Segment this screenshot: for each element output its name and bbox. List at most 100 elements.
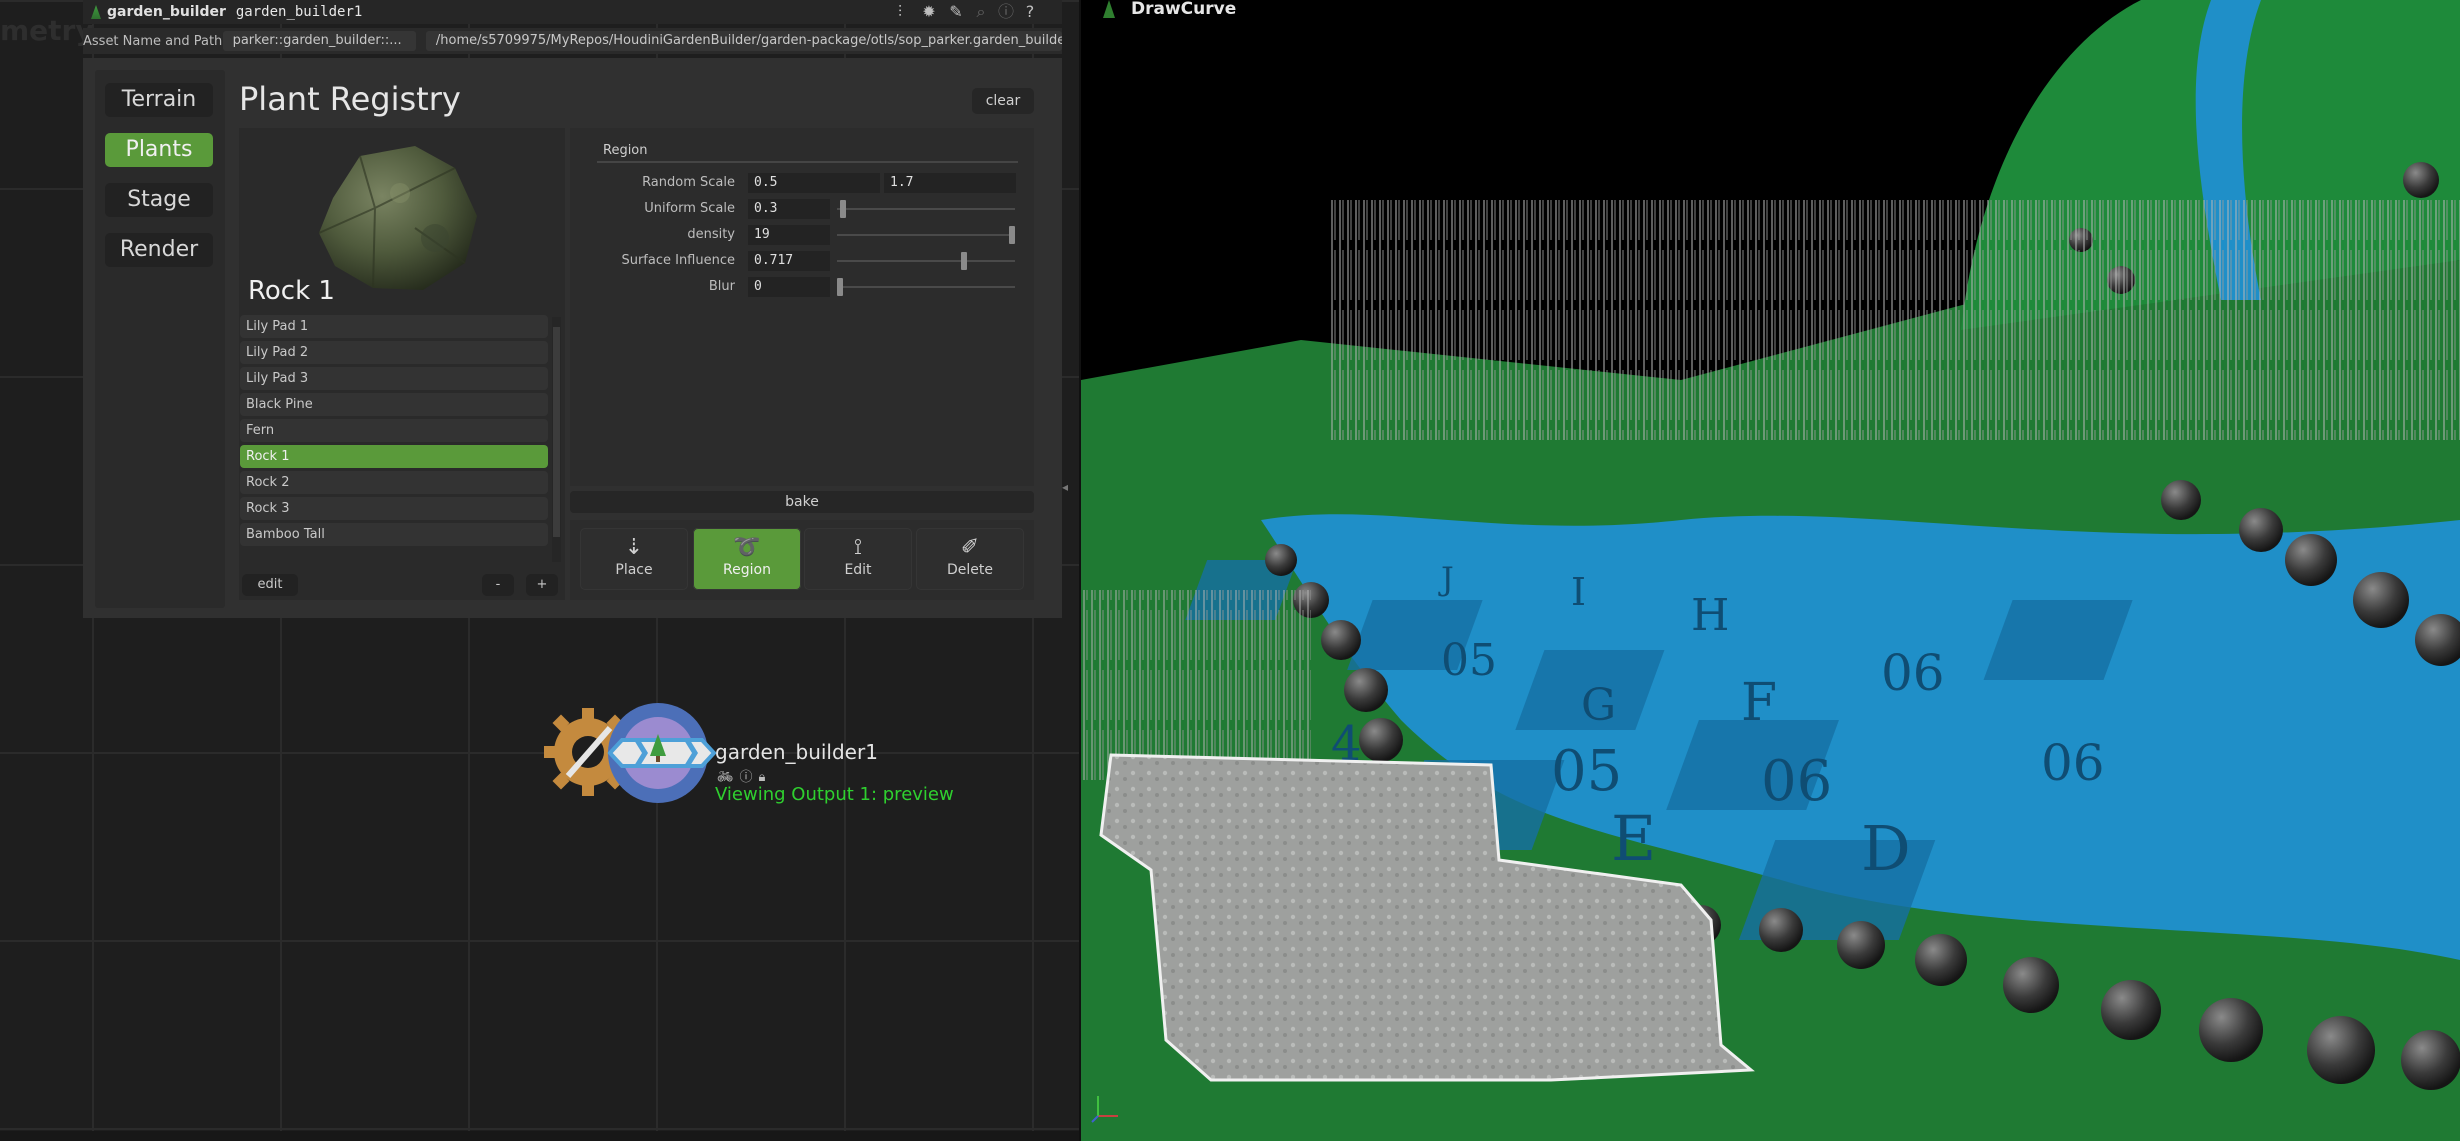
edit-button[interactable]: edit <box>242 574 298 596</box>
pane-collapse-handle[interactable]: ◂ <box>1062 480 1076 560</box>
node-label: garden_builder1 <box>715 740 878 764</box>
nav-terrain-button[interactable]: Terrain <box>105 83 213 117</box>
nav-render-button[interactable]: Render <box>105 233 213 267</box>
density-slider[interactable] <box>837 234 1015 236</box>
delete-tool-label: Delete <box>947 562 993 578</box>
uniform-scale-label: Uniform Scale <box>644 201 735 216</box>
surface-influence-label: Surface Influence <box>621 253 735 268</box>
axis-gizmo-icon <box>1091 1096 1118 1123</box>
svg-text:06: 06 <box>1761 749 1832 814</box>
gear-icon[interactable]: ✹ <box>919 2 939 22</box>
svg-text:G: G <box>1581 680 1616 731</box>
list-item[interactable]: Bamboo Tall <box>240 523 548 546</box>
blur-label: Blur <box>708 279 735 294</box>
plant-list[interactable]: Lily Pad 1 Lily Pad 2 Lily Pad 3 Black P… <box>240 315 550 565</box>
transform-icon: ⟟ <box>853 535 863 560</box>
scrollbar-thumb[interactable] <box>553 327 560 537</box>
svg-text:J: J <box>1438 560 1454 598</box>
sliders-icon[interactable]: ⫶ <box>890 2 910 22</box>
asset-name-field[interactable]: parker::garden_builder::... <box>222 31 416 51</box>
density-slider-handle[interactable] <box>1009 226 1015 244</box>
bamboo-forest <box>1331 200 2460 440</box>
scene-viewport[interactable]: J I H 05 G F 05 06 F E D 06 06 4 <box>1081 0 2460 1141</box>
blur-slider[interactable] <box>837 286 1015 288</box>
place-tool-label: Place <box>615 562 653 578</box>
svg-text:H: H <box>1691 590 1729 641</box>
edit-tool-label: Edit <box>844 562 872 578</box>
remove-plant-button[interactable]: - <box>482 574 514 596</box>
bike-icon: 🚲︎ <box>717 770 740 785</box>
reed-patch <box>1081 590 1311 780</box>
svg-text:06: 06 <box>2041 734 2105 792</box>
plant-list-scrollbar[interactable] <box>552 317 561 562</box>
node-status: Viewing Output 1: preview <box>715 784 954 805</box>
nav-plants-button[interactable]: Plants <box>105 133 213 167</box>
region-heading: Region <box>603 143 648 158</box>
uniform-scale-slider-handle[interactable] <box>840 200 847 218</box>
surface-influence-slider-handle[interactable] <box>960 252 967 270</box>
lock-icon: 🔒︎ <box>758 770 772 785</box>
pane-tab-label: metry <box>0 14 94 47</box>
surface-influence-slider[interactable] <box>837 260 1015 262</box>
asset-label: Asset Name and Path <box>83 33 223 49</box>
viewport-scene: J I H 05 G F 05 06 F E D 06 06 4 <box>1081 0 2460 1141</box>
parameter-header: garden_builder garden_builder1 ⫶ ✹ ✎ ⌕ ⓘ… <box>83 0 1062 24</box>
section-nav: Terrain Plants Stage Render <box>95 70 225 608</box>
random-scale-label: Random Scale <box>642 175 735 190</box>
list-item[interactable]: Lily Pad 1 <box>240 315 548 338</box>
help-icon[interactable]: ? <box>1020 2 1040 22</box>
plant-preview-image <box>318 146 477 290</box>
info-icon: ⓘ <box>739 770 759 785</box>
uniform-scale-slider[interactable] <box>837 208 1015 210</box>
lasso-icon: ➰ <box>733 535 761 560</box>
asset-name-value: parker::garden_builder::... <box>232 33 402 48</box>
add-plant-button[interactable]: + <box>526 574 558 596</box>
list-item[interactable]: Fern <box>240 419 548 442</box>
network-bottom-strip <box>0 1131 1079 1141</box>
clear-button[interactable]: clear <box>972 88 1034 114</box>
surface-influence-field[interactable]: 0.717 <box>748 251 830 271</box>
list-item[interactable]: Black Pine <box>240 393 548 416</box>
node-name-field[interactable]: garden_builder1 <box>236 4 362 20</box>
blur-field[interactable]: 0 <box>748 277 830 297</box>
svg-text:I: I <box>1571 570 1586 614</box>
density-label: density <box>687 227 735 242</box>
list-item-selected[interactable]: Rock 1 <box>240 445 548 468</box>
node-type-label: garden_builder <box>107 4 226 20</box>
place-tool-button[interactable]: ⇣ Place <box>580 528 688 590</box>
svg-text:05: 05 <box>1441 635 1497 686</box>
edit-tool-button[interactable]: ⟟ Edit <box>804 528 912 590</box>
uniform-scale-field[interactable]: 0.3 <box>748 199 830 219</box>
svg-text:05: 05 <box>1551 739 1622 804</box>
region-divider <box>597 161 1018 163</box>
svg-text:F: F <box>1741 673 1777 733</box>
search-icon[interactable]: ⌕ <box>971 2 991 22</box>
bake-button[interactable]: bake <box>570 491 1034 513</box>
node-flags: 🚲︎ⓘ🔒︎ <box>717 766 771 785</box>
tree-icon <box>91 5 101 19</box>
asset-path-value: /home/s5709975/MyRepos/HoudiniGardenBuil… <box>435 33 1062 48</box>
asset-row: Asset Name and Path parker::garden_build… <box>83 28 1062 54</box>
selected-plant-name: Rock 1 <box>248 276 335 306</box>
random-scale-min-field[interactable]: 0.5 <box>748 173 880 193</box>
list-item[interactable]: Rock 2 <box>240 471 548 494</box>
svg-text:06: 06 <box>1881 644 1945 702</box>
viewport-title: DrawCurve <box>1131 0 1237 19</box>
info-icon[interactable]: ⓘ <box>996 2 1016 22</box>
svg-text:E: E <box>1611 802 1656 875</box>
random-scale-max-field[interactable]: 1.7 <box>884 173 1016 193</box>
region-tool-button[interactable]: ➰ Region <box>693 528 801 590</box>
nav-stage-button[interactable]: Stage <box>105 183 213 217</box>
garden-builder-node[interactable] <box>540 700 720 810</box>
brush-icon[interactable]: ✎ <box>946 2 966 22</box>
list-item[interactable]: Lily Pad 2 <box>240 341 548 364</box>
list-item[interactable]: Rock 3 <box>240 497 548 520</box>
blur-slider-handle[interactable] <box>837 278 843 296</box>
asset-path-field[interactable]: /home/s5709975/MyRepos/HoudiniGardenBuil… <box>425 31 1062 51</box>
region-tool-label: Region <box>723 562 771 578</box>
list-item[interactable]: Lily Pad 3 <box>240 367 548 390</box>
page-title: Plant Registry <box>239 80 461 118</box>
eraser-icon: ✐ <box>960 535 980 560</box>
density-field[interactable]: 19 <box>748 225 830 245</box>
delete-tool-button[interactable]: ✐ Delete <box>916 528 1024 590</box>
